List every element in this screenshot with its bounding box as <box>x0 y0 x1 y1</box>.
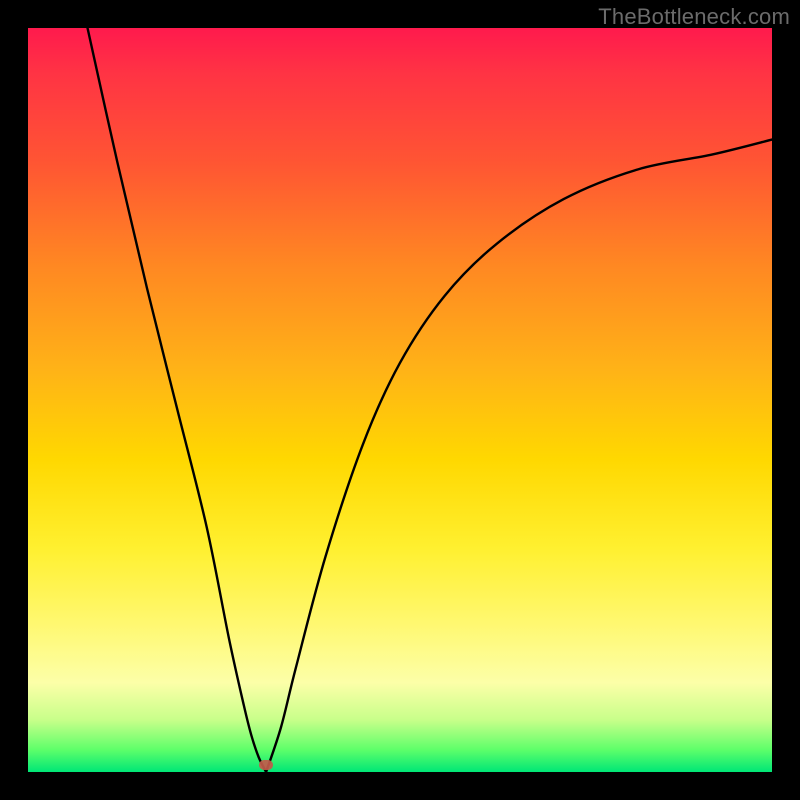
watermark-text: TheBottleneck.com <box>598 4 790 30</box>
curve-left-branch <box>88 28 267 772</box>
chart-frame: TheBottleneck.com <box>0 0 800 800</box>
curve-layer <box>28 28 772 772</box>
optimum-marker <box>259 760 273 770</box>
curve-right-branch <box>266 140 772 772</box>
plot-area <box>28 28 772 772</box>
